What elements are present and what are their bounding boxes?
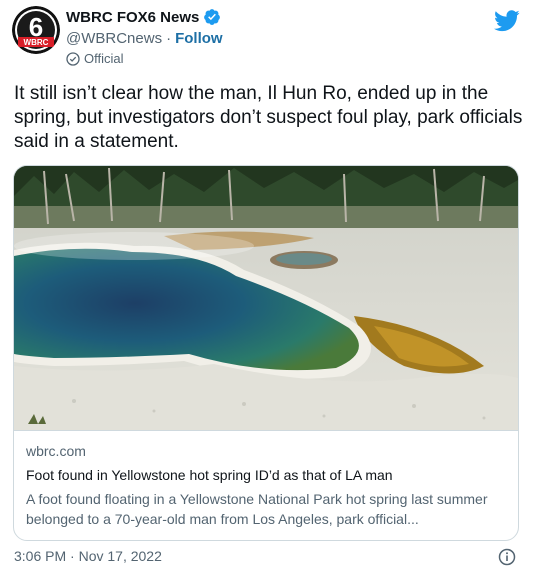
official-check-icon — [66, 51, 80, 66]
official-label-row: Official — [66, 51, 124, 66]
handle-row: @WBRCnews · Follow — [66, 30, 223, 47]
card-info: wbrc.com Foot found in Yellowstone hot s… — [14, 430, 518, 540]
follow-button[interactable]: Follow — [175, 30, 223, 47]
avatar[interactable]: 6 WBRC — [12, 6, 60, 54]
twitter-bird-icon[interactable] — [494, 10, 520, 32]
info-icon[interactable] — [498, 548, 516, 566]
card-description: A foot found floating in a Yellowstone N… — [26, 491, 488, 527]
tweet-text: It still isn’t clear how the man, Il Hun… — [14, 83, 523, 152]
tweet-timestamp[interactable]: 3:06 PM · Nov 17, 2022 — [14, 548, 162, 564]
display-name[interactable]: WBRC FOX6 News — [66, 9, 199, 26]
card-domain: wbrc.com — [26, 443, 86, 459]
author-name-row[interactable]: WBRC FOX6 News — [66, 8, 221, 26]
link-preview-card[interactable]: wbrc.com Foot found in Yellowstone hot s… — [13, 165, 519, 541]
separator-dot: · — [166, 30, 172, 47]
card-title: Foot found in Yellowstone hot spring ID’… — [26, 467, 393, 483]
official-label: Official — [84, 51, 124, 66]
handle[interactable]: @WBRCnews — [66, 30, 162, 47]
hot-spring-photo — [14, 166, 518, 430]
verified-badge-icon — [204, 9, 221, 25]
avatar-logo-text: WBRC — [24, 38, 49, 47]
wbrc-fox6-logo: 6 WBRC — [12, 6, 60, 54]
